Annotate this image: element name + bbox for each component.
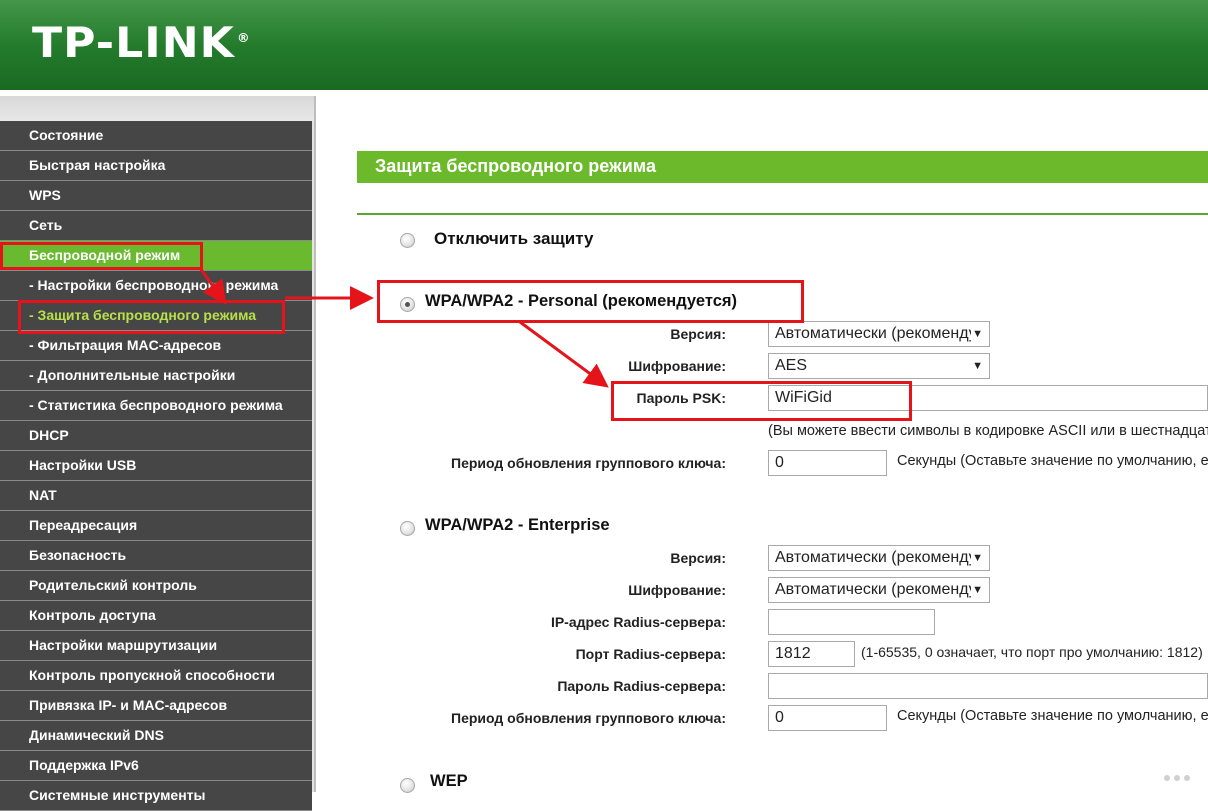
sidebar-item-1[interactable]: Быстрая настройка: [0, 151, 312, 181]
sidebar-item-12[interactable]: NAT: [0, 481, 312, 511]
sidebar-item-10[interactable]: DHCP: [0, 421, 312, 451]
sidebar-item-22[interactable]: Системные инструменты: [0, 781, 312, 811]
radius-port-hint: (1-65535, 0 означает, что порт про умолч…: [861, 644, 1203, 660]
enterprise-group-key-input[interactable]: 0: [768, 705, 887, 731]
enterprise-encryption-select[interactable]: Автоматически (рекомендуется)▼: [768, 577, 990, 603]
radius-password-input[interactable]: [768, 673, 1208, 699]
radius-password-label: Пароль Radius-сервера:: [557, 678, 726, 694]
sidebar-item-20[interactable]: Динамический DNS: [0, 721, 312, 751]
radius-port-input[interactable]: 1812: [768, 641, 855, 667]
enterprise-version-select[interactable]: Автоматически (рекомендуется)▼: [768, 545, 990, 571]
sidebar-item-16[interactable]: Контроль доступа: [0, 601, 312, 631]
sidebar-item-18[interactable]: Контроль пропускной способности: [0, 661, 312, 691]
sidebar-item-5[interactable]: - Настройки беспроводного режима: [0, 271, 312, 301]
dropdown-arrow-icon: ▼: [972, 360, 983, 372]
psk-password-label: Пароль PSK:: [636, 390, 726, 406]
sidebar-item-19[interactable]: Привязка IP- и MAC-адресов: [0, 691, 312, 721]
dropdown-arrow-icon: ▼: [972, 552, 983, 564]
personal-version-select[interactable]: Автоматически (рекомендуется)▼: [768, 321, 990, 347]
sidebar-item-14[interactable]: Безопасность: [0, 541, 312, 571]
sidebar-item-3[interactable]: Сеть: [0, 211, 312, 241]
enterprise-encryption-label: Шифрование:: [628, 582, 726, 598]
watermark-dots: [1164, 772, 1200, 784]
personal-encryption-select[interactable]: AES ▼: [768, 353, 990, 379]
tp-link-logo: TP-LINK ®: [32, 18, 251, 67]
sidebar-top-spacer: [0, 96, 314, 121]
sidebar-item-17[interactable]: Настройки маршрутизации: [0, 631, 312, 661]
sidebar-item-8[interactable]: - Дополнительные настройки: [0, 361, 312, 391]
registered-mark: ®: [236, 31, 251, 45]
enterprise-group-key-label: Период обновления группового ключа:: [451, 710, 726, 726]
dropdown-arrow-icon: ▼: [972, 584, 983, 596]
sidebar-item-6[interactable]: - Защита беспроводного режима: [0, 301, 312, 331]
sidebar-item-9[interactable]: - Статистика беспроводного режима: [0, 391, 312, 421]
header-banner: TP-LINK ®: [0, 0, 1208, 90]
psk-password-input[interactable]: WiFiGid: [768, 385, 1208, 411]
personal-encryption-value: AES: [775, 357, 808, 374]
personal-version-value: Автоматически (рекомендуется): [775, 325, 971, 342]
sidebar-item-15[interactable]: Родительский контроль: [0, 571, 312, 601]
disable-security-label[interactable]: Отключить защиту: [434, 229, 593, 249]
sidebar-menu: Состояние Быстрая настройка WPS Сеть Беспров…: [0, 121, 312, 811]
sidebar-item-21[interactable]: Поддержка IPv6: [0, 751, 312, 781]
sidebar-item-11[interactable]: Настройки USB: [0, 451, 312, 481]
enterprise-version-label: Версия:: [670, 550, 726, 566]
personal-group-key-input[interactable]: 0: [768, 450, 887, 476]
sidebar-item-2[interactable]: WPS: [0, 181, 312, 211]
sidebar: Состояние Быстрая настройка WPS Сеть Беспров…: [0, 96, 316, 811]
sidebar-item-7[interactable]: - Фильтрация MAC-адресов: [0, 331, 312, 361]
psk-hint: (Вы можете ввести символы в кодировке AS…: [768, 423, 1208, 439]
sidebar-item-4[interactable]: Беспроводной режим: [0, 241, 312, 271]
page-title: Защита беспроводного режима: [357, 151, 1208, 183]
radio-disable-security[interactable]: [400, 233, 415, 248]
wpa-personal-label[interactable]: WPA/WPA2 - Personal (рекомендуется): [425, 292, 737, 311]
radio-wpa-personal[interactable]: [400, 297, 415, 312]
enterprise-encryption-value: Автоматически (рекомендуется): [775, 581, 971, 598]
personal-encryption-label: Шифрование:: [628, 358, 726, 374]
sidebar-item-13[interactable]: Переадресация: [0, 511, 312, 541]
logo-text: TP-LINK: [32, 18, 235, 67]
personal-group-key-hint: Секунды (Оставьте значение по умолчанию,…: [897, 453, 1208, 469]
wep-label[interactable]: WEP: [430, 772, 468, 791]
sidebar-item-0[interactable]: Состояние: [0, 121, 312, 151]
wpa-enterprise-label[interactable]: WPA/WPA2 - Enterprise: [425, 516, 610, 535]
dropdown-arrow-icon: ▼: [972, 328, 983, 340]
enterprise-group-key-hint: Секунды (Оставьте значение по умолчанию,…: [897, 708, 1208, 724]
radio-wep[interactable]: [400, 778, 415, 793]
title-divider: [357, 213, 1208, 215]
personal-version-label: Версия:: [670, 326, 726, 342]
radius-port-label: Порт Radius-сервера:: [575, 646, 726, 662]
radio-wpa-enterprise[interactable]: [400, 521, 415, 536]
enterprise-version-value: Автоматически (рекомендуется): [775, 549, 971, 566]
radius-ip-input[interactable]: [768, 609, 935, 635]
personal-group-key-label: Период обновления группового ключа:: [451, 455, 726, 471]
radius-ip-label: IP-адрес Radius-сервера:: [550, 614, 726, 630]
